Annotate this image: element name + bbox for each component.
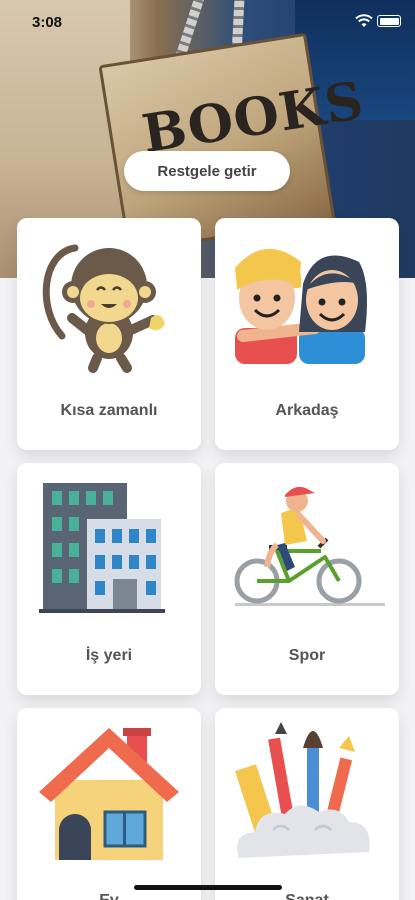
category-card-art[interactable]: Sanat xyxy=(215,708,399,900)
category-label: Kısa zamanlı xyxy=(60,402,158,419)
category-label: İş yeri xyxy=(85,647,133,664)
category-label: Ev xyxy=(17,892,201,900)
category-label: Sanat xyxy=(215,892,399,900)
cyclist-icon xyxy=(234,486,385,606)
battery-icon xyxy=(377,15,401,27)
status-bar: 3:08 xyxy=(0,0,415,44)
category-label: Spor xyxy=(288,647,326,664)
house-icon xyxy=(39,728,179,860)
category-card-short-term[interactable]: Kısa zamanlı xyxy=(17,218,201,450)
category-label: Arkadaş xyxy=(275,402,339,419)
wifi-icon xyxy=(355,14,373,27)
friends-icon xyxy=(235,248,367,364)
category-card-sport[interactable]: Spor xyxy=(215,463,399,695)
random-button[interactable]: Restgele getir xyxy=(124,151,290,191)
home-indicator[interactable] xyxy=(134,885,282,890)
status-time: 3:08 xyxy=(32,14,63,31)
art-supplies-icon xyxy=(235,722,370,858)
category-card-friend[interactable]: Arkadaş xyxy=(215,218,399,450)
monkey-icon xyxy=(42,244,165,373)
office-building-icon xyxy=(39,483,165,613)
category-card-home[interactable]: Ev xyxy=(17,708,201,900)
category-card-workplace[interactable]: İş yeri xyxy=(17,463,201,695)
